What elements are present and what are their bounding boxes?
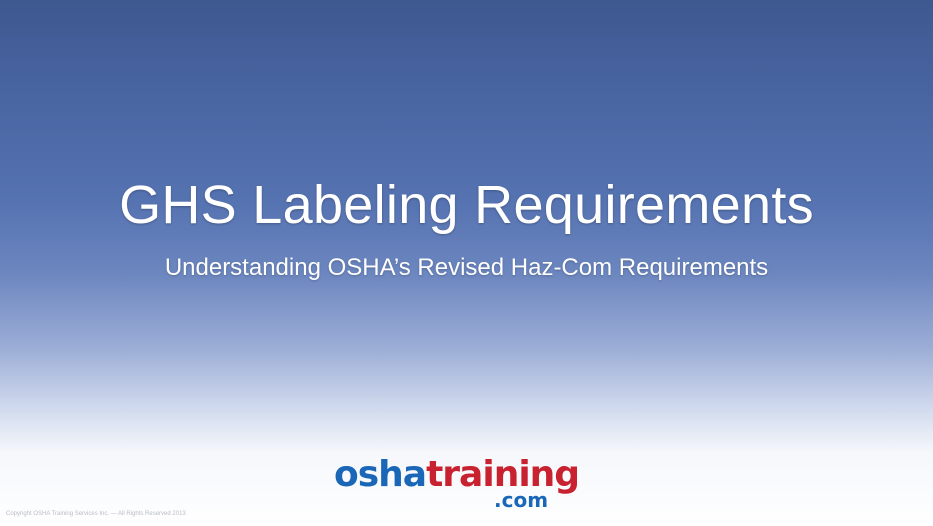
copyright-footer: Copyright OSHA Training Services Inc. — … — [6, 511, 186, 517]
presentation-slide: GHS Labeling Requirements Understanding … — [0, 0, 933, 526]
oshatraining-logo: oshatraining .com — [334, 455, 594, 517]
logo-osha-text: osha — [334, 454, 427, 495]
logo-com-text: .com — [494, 488, 549, 512]
slide-subtitle: Understanding OSHA’s Revised Haz-Com Req… — [164, 254, 769, 281]
slide-title: GHS Labeling Requirements — [119, 175, 814, 235]
